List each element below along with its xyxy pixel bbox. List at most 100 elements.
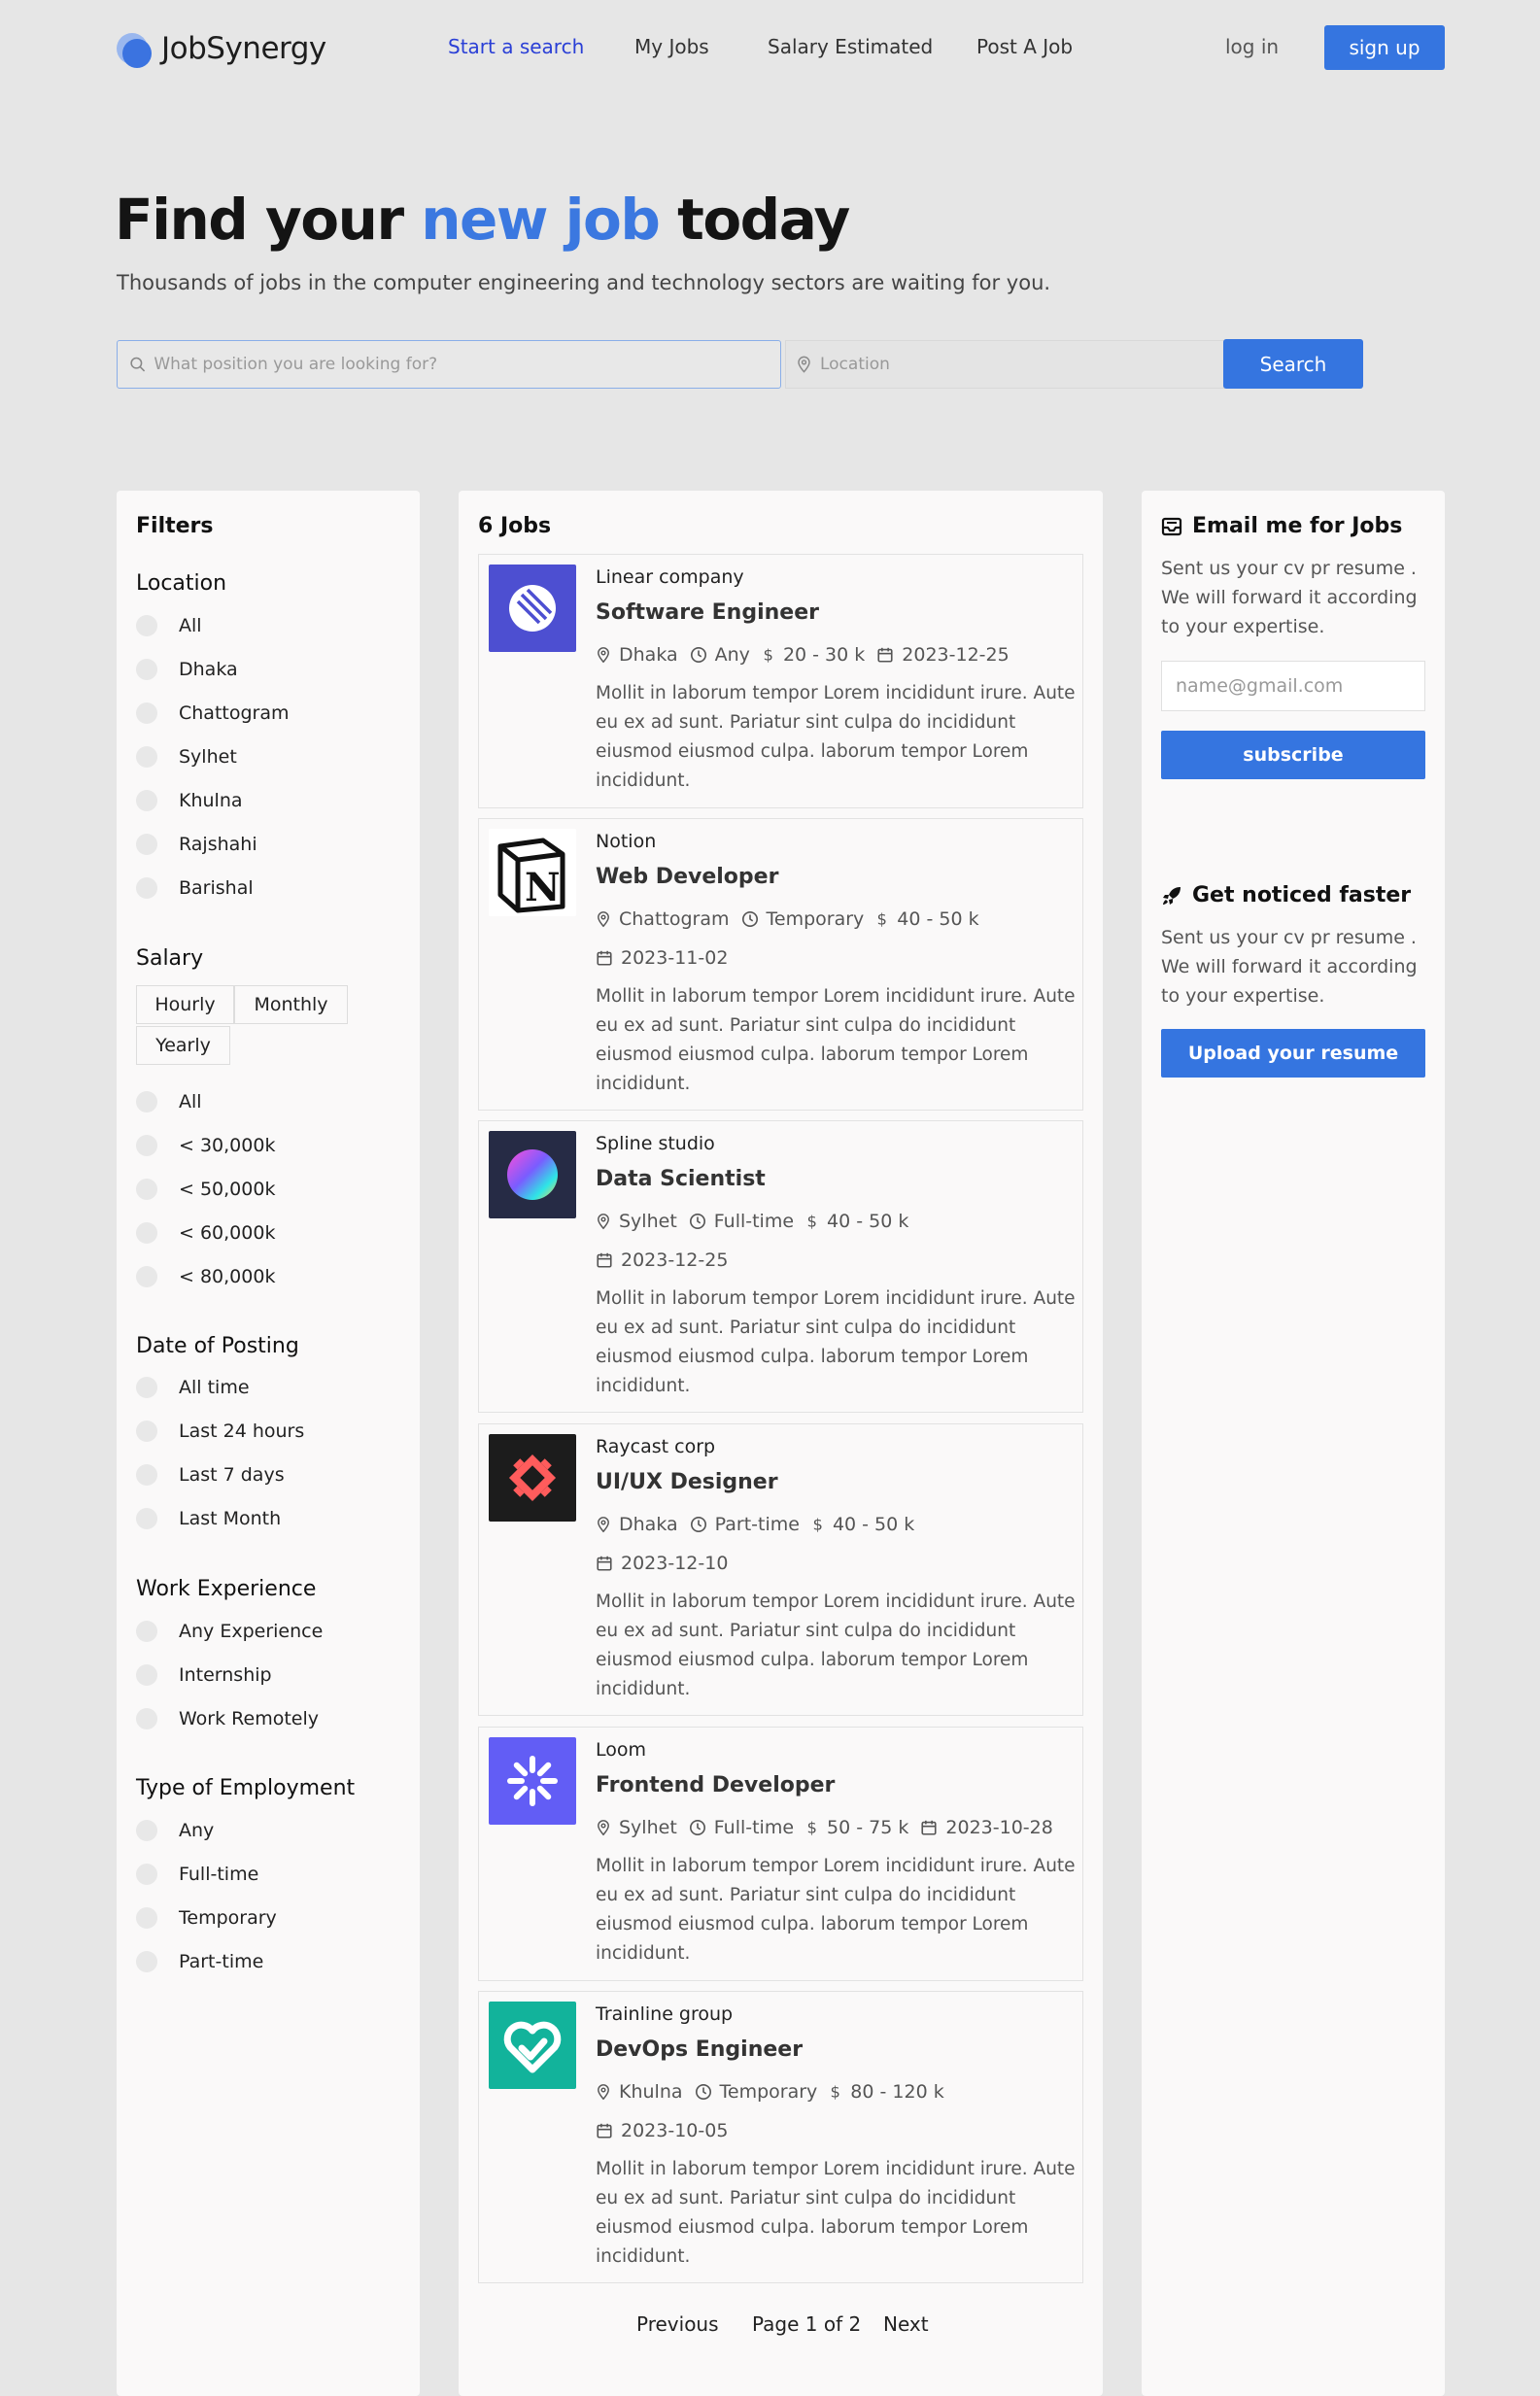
radio-button[interactable] [136,702,157,724]
filter-location-rajshahi[interactable]: Rajshahi [136,831,257,858]
filter-salary-30k[interactable]: < 30,000k [136,1132,275,1159]
filter-experience-remote[interactable]: Work Remotely [136,1705,319,1732]
filter-date-7d[interactable]: Last 7 days [136,1461,285,1489]
radio-button[interactable] [136,1266,157,1287]
search-input[interactable] [154,355,780,374]
radio-button[interactable] [136,834,157,855]
job-card[interactable]: Raycast corp UI/UX Designer Dhaka Part-t… [478,1423,1083,1716]
radio-button[interactable] [136,790,157,811]
dollar-icon: $ [831,2082,840,2101]
radio-button[interactable] [136,1664,157,1686]
filter-date-month[interactable]: Last Month [136,1505,281,1532]
hero-subtitle: Thousands of jobs in the computer engine… [117,271,1051,294]
radio-button[interactable] [136,1464,157,1486]
filter-location-chattogram[interactable]: Chattogram [136,700,290,727]
job-salary: 40 - 50 k [827,1211,909,1232]
job-type: Full-time [713,1817,795,1838]
job-title[interactable]: UI/UX Designer [596,1470,778,1494]
email-field[interactable] [1161,661,1425,711]
radio-button[interactable] [136,1820,157,1841]
filter-employment-full-time[interactable]: Full-time [136,1861,258,1888]
job-meta: Sylhet Full-time $50 - 75 k 2023-10-28 [596,1815,1065,1840]
subscribe-button[interactable]: subscribe [1161,731,1425,779]
clock-icon [741,910,758,928]
filter-location-barishal[interactable]: Barishal [136,874,254,902]
filter-experience-internship[interactable]: Internship [136,1661,272,1689]
nav-start-search[interactable]: Start a search [448,35,584,58]
signup-button[interactable]: sign up [1324,25,1445,70]
filter-location-khulna[interactable]: Khulna [136,787,243,814]
job-title[interactable]: DevOps Engineer [596,2037,803,2062]
filter-salary-all[interactable]: All [136,1088,202,1115]
filter-option-label: Last Month [179,1508,282,1529]
filter-experience-title: Work Experience [136,1577,317,1601]
radio-button[interactable] [136,1420,157,1442]
filter-date-all-time[interactable]: All time [136,1374,250,1401]
job-title[interactable]: Web Developer [596,865,778,889]
filter-salary-80k[interactable]: < 80,000k [136,1263,275,1290]
radio-button[interactable] [136,615,157,636]
get-noticed-heading: Get noticed faster [1161,883,1411,907]
upload-resume-button[interactable]: Upload your resume [1161,1029,1425,1078]
top-nav: JobSynergy Start a search My Jobs Salary… [0,0,1540,97]
salary-period-monthly[interactable]: Monthly [234,985,348,1024]
job-description: Mollit in laborum tempor Lorem incididun… [596,1288,1076,1396]
pagination-previous[interactable]: Previous [636,2312,719,2336]
radio-button[interactable] [136,1508,157,1529]
job-type: Full-time [713,1211,795,1232]
dollar-icon: $ [807,1212,817,1230]
job-card[interactable]: Linear company Software Engineer Dhaka A… [478,554,1083,808]
filter-option-label: < 50,000k [179,1179,276,1200]
radio-button[interactable] [136,1091,157,1112]
filter-salary-60k[interactable]: < 60,000k [136,1219,275,1247]
location-field[interactable] [785,340,1224,389]
salary-period-yearly[interactable]: Yearly [136,1026,230,1065]
radio-button[interactable] [136,1708,157,1729]
filter-location-dhaka[interactable]: Dhaka [136,656,238,683]
search-button[interactable]: Search [1223,339,1363,389]
location-pin-icon [598,1517,609,1533]
get-noticed-text: Sent us your cv pr resume . We will forw… [1161,927,1418,1007]
radio-button[interactable] [136,1377,157,1398]
nav-post-a-job[interactable]: Post A Job [976,35,1073,58]
job-card[interactable]: N Notion Web Developer Chattogram Tempor… [478,818,1083,1111]
job-date: 2023-10-05 [621,2120,729,2141]
filter-option-label: < 30,000k [179,1135,276,1156]
radio-button[interactable] [136,1864,157,1885]
location-input[interactable] [819,355,1223,374]
job-title[interactable]: Frontend Developer [596,1773,835,1797]
nav-salary-estimated[interactable]: Salary Estimated [768,35,933,58]
pagination-next[interactable]: Next [883,2312,929,2336]
radio-button[interactable] [136,877,157,899]
brand-logo[interactable]: JobSynergy [115,27,326,70]
radio-button[interactable] [136,659,157,680]
radio-button[interactable] [136,1907,157,1929]
job-card[interactable]: Loom Frontend Developer Sylhet Full-time… [478,1727,1083,1981]
filters-title: Filters [136,514,214,538]
nav-my-jobs[interactable]: My Jobs [634,35,709,58]
job-location: Dhaka [619,644,678,666]
radio-button[interactable] [136,1179,157,1200]
job-meta-date: 2023-12-10 [596,1551,739,1576]
job-title[interactable]: Data Scientist [596,1167,766,1191]
radio-button[interactable] [136,1621,157,1642]
filter-experience-any[interactable]: Any Experience [136,1618,323,1645]
filter-employment-part-time[interactable]: Part-time [136,1948,263,1975]
radio-button[interactable] [136,746,157,768]
raycast-logo-icon [489,1434,576,1522]
radio-button[interactable] [136,1951,157,1972]
salary-period-hourly[interactable]: Hourly [136,985,234,1024]
job-card[interactable]: Trainline group DevOps Engineer Khulna T… [478,1991,1083,2283]
filter-salary-50k[interactable]: < 50,000k [136,1176,275,1203]
radio-button[interactable] [136,1222,157,1244]
filter-location-sylhet[interactable]: Sylhet [136,743,237,770]
job-title[interactable]: Software Engineer [596,600,819,625]
filter-location-all[interactable]: All [136,612,202,639]
search-field[interactable] [117,340,781,389]
filter-employment-temporary[interactable]: Temporary [136,1904,277,1932]
job-card[interactable]: Spline studio Data Scientist Sylhet Full… [478,1120,1083,1413]
login-link[interactable]: log in [1225,35,1279,58]
filter-date-24h[interactable]: Last 24 hours [136,1418,304,1445]
filter-employment-any[interactable]: Any [136,1817,214,1844]
radio-button[interactable] [136,1135,157,1156]
